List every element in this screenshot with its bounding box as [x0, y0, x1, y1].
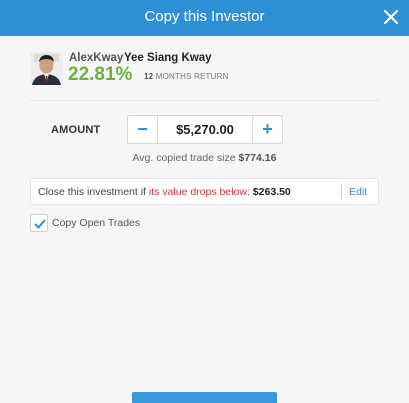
- amount-stepper[interactable]: − $5,270.00 +: [127, 115, 283, 144]
- investor-profile: AlexKway Yee Siang Kway 22.81% 12 MONTHS…: [30, 52, 380, 88]
- amount-input[interactable]: $5,270.00: [159, 116, 251, 143]
- return-months: 12: [144, 72, 154, 81]
- stop-loss-value: $263.50: [252, 186, 291, 198]
- increase-amount-button[interactable]: +: [252, 116, 282, 143]
- avg-trade-size: Avg. copied trade size $774.16: [0, 152, 409, 164]
- edit-stop-loss-link[interactable]: Edit: [349, 186, 367, 198]
- avg-trade-value: $774.16: [238, 152, 277, 164]
- decrease-amount-button[interactable]: −: [128, 116, 158, 143]
- close-icon[interactable]: [383, 9, 399, 25]
- checkmark-icon: [34, 219, 46, 229]
- stop-loss-box: Close this investment if its value drops…: [30, 178, 379, 205]
- copy-open-trades-checkbox[interactable]: [30, 214, 48, 232]
- return-percentage: 22.81%: [68, 64, 133, 85]
- amount-label: AMOUNT: [51, 124, 101, 136]
- stop-loss-condition: its value drops below:: [148, 186, 250, 198]
- divider: [30, 100, 379, 101]
- stop-loss-prefix: Close this investment if: [38, 186, 149, 198]
- investor-username[interactable]: AlexKway: [69, 52, 123, 64]
- investor-full-name: Yee Siang Kway: [124, 52, 212, 64]
- return-period: 12 MONTHS RETURN: [144, 72, 229, 81]
- separator: [341, 185, 342, 199]
- modal-title: Copy this Investor: [144, 8, 265, 25]
- avatar: [30, 52, 63, 85]
- modal-header: Copy this Investor: [0, 0, 409, 36]
- return-period-label: MONTHS RETURN: [155, 72, 229, 81]
- avg-trade-label: Avg. copied trade size: [132, 152, 236, 164]
- copy-button[interactable]: [132, 392, 277, 403]
- copy-open-trades-label: Copy Open Trades: [52, 217, 141, 229]
- stop-loss-text: Close this investment if its value drops…: [38, 186, 291, 198]
